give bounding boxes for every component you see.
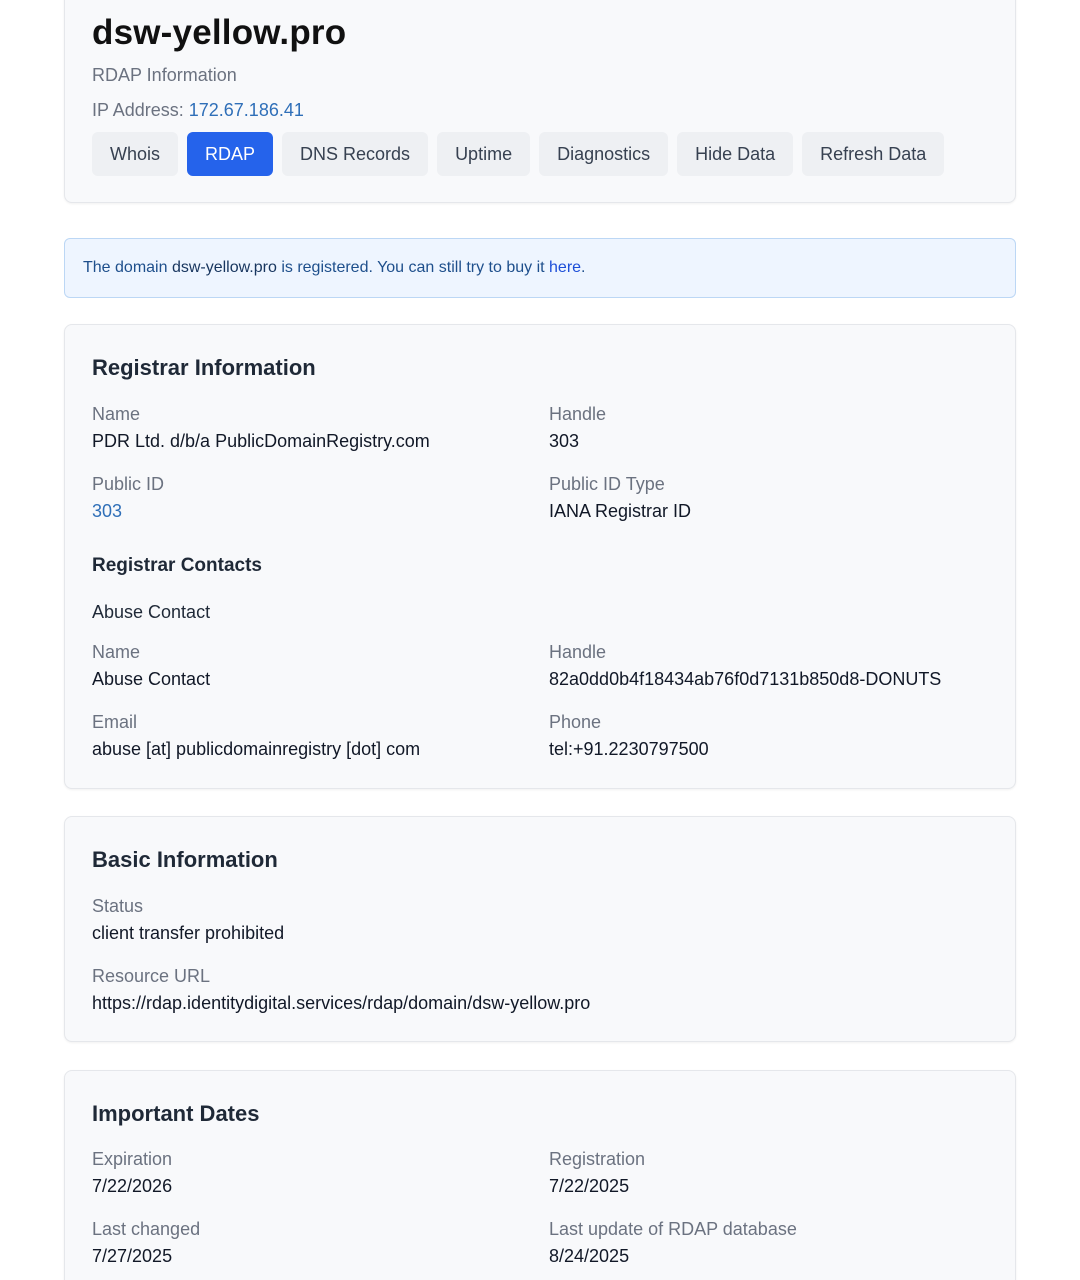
resource-url-field: Resource URL https://rdap.identitydigita… bbox=[92, 965, 590, 1014]
tab-rdap[interactable]: RDAP bbox=[187, 132, 274, 176]
last-changed-field: Last changed 7/27/2025 bbox=[92, 1218, 200, 1267]
alert-domain: dsw-yellow.pro bbox=[171, 259, 277, 276]
registrar-info-title: Registrar Information bbox=[92, 355, 316, 380]
last-changed-value: 7/27/2025 bbox=[92, 1246, 173, 1266]
registrar-contacts-title: Registrar Contacts bbox=[92, 555, 262, 576]
tab-bar: Whois RDAP DNS Records Uptime Diagnostic… bbox=[92, 132, 945, 176]
registrar-name-value: PDR Ltd. d/b/a PublicDomainRegistry.com bbox=[92, 431, 430, 451]
registration-field: Registration 7/22/2025 bbox=[549, 1148, 645, 1197]
domain-header-card: dsw-yellow.pro RDAP Information IP Addre… bbox=[64, 0, 1016, 203]
status-field: Status client transfer prohibited bbox=[92, 895, 284, 944]
hide-data-button[interactable]: Hide Data bbox=[677, 132, 794, 176]
contact-phone-field: Phone tel:+91.2230797500 bbox=[549, 711, 709, 760]
important-dates-title: Important Dates bbox=[92, 1101, 260, 1126]
expiration-label: Expiration bbox=[92, 1149, 173, 1169]
expiration-field: Expiration 7/22/2026 bbox=[92, 1148, 172, 1197]
page-subtitle: RDAP Information bbox=[92, 65, 237, 85]
contact-phone-value: tel:+91.2230797500 bbox=[549, 739, 709, 759]
public-id-link[interactable]: 303 bbox=[92, 500, 164, 522]
rdap-update-value: 8/24/2025 bbox=[549, 1246, 630, 1266]
contact-email-value: abuse [at] publicdomainregistry [dot] co… bbox=[92, 739, 421, 759]
rdap-update-field: Last update of RDAP database 8/24/2025 bbox=[549, 1218, 797, 1267]
resource-url-label: Resource URL bbox=[92, 966, 211, 986]
ip-address-label: IP Address: bbox=[92, 100, 184, 120]
contact-handle-value: 82a0dd0b4f18434ab76f0d7131b850d8-DONUTS bbox=[549, 669, 942, 689]
ip-address-link[interactable]: 172.67.186.41 bbox=[189, 100, 304, 120]
contact-email-field: Email abuse [at] publicdomainregistry [d… bbox=[92, 711, 420, 760]
status-label: Status bbox=[92, 896, 144, 916]
registration-label: Registration bbox=[549, 1149, 646, 1169]
registrar-handle-field: Handle 303 bbox=[549, 403, 606, 452]
tab-whois[interactable]: Whois bbox=[92, 132, 179, 176]
alert-suffix: . bbox=[581, 259, 586, 276]
status-value: client transfer prohibited bbox=[92, 923, 285, 943]
contact-name-label: Name bbox=[92, 642, 141, 662]
contact-email-label: Email bbox=[92, 712, 138, 732]
page-title: dsw-yellow.pro bbox=[92, 13, 347, 52]
basic-info-title: Basic Information bbox=[92, 847, 278, 872]
basic-info-card: Basic Information Status client transfer… bbox=[64, 816, 1016, 1042]
refresh-data-button[interactable]: Refresh Data bbox=[802, 132, 945, 176]
public-id-type-field: Public ID Type IANA Registrar ID bbox=[549, 473, 691, 522]
important-dates-card: Important Dates Expiration 7/22/2026 Reg… bbox=[64, 1070, 1016, 1280]
tab-uptime[interactable]: Uptime bbox=[437, 132, 531, 176]
alert-middle: is registered. You can still try to buy … bbox=[276, 259, 550, 276]
public-id-type-value: IANA Registrar ID bbox=[549, 501, 692, 521]
contact-name-value: Abuse Contact bbox=[92, 669, 211, 689]
registrar-name-label: Name bbox=[92, 404, 141, 424]
contact-name-field: Name Abuse Contact bbox=[92, 641, 210, 690]
abuse-contact-title: Abuse Contact bbox=[92, 602, 211, 622]
expiration-value: 7/22/2026 bbox=[92, 1176, 173, 1196]
registration-value: 7/22/2025 bbox=[549, 1176, 630, 1196]
registered-alert: The domain dsw-yellow.pro is registered.… bbox=[64, 238, 1016, 298]
public-id-type-label: Public ID Type bbox=[549, 474, 665, 494]
contact-phone-label: Phone bbox=[549, 712, 602, 732]
registrar-handle-label: Handle bbox=[549, 404, 607, 424]
contact-handle-field: Handle 82a0dd0b4f18434ab76f0d7131b850d8-… bbox=[549, 641, 941, 690]
last-changed-label: Last changed bbox=[92, 1219, 201, 1239]
rdap-update-label: Last update of RDAP database bbox=[549, 1219, 797, 1239]
registrar-handle-value: 303 bbox=[549, 431, 580, 451]
registrar-info-card: Registrar Information Name PDR Ltd. d/b/… bbox=[64, 324, 1016, 789]
page: dsw-yellow.pro RDAP Information IP Addre… bbox=[0, 0, 1080, 1280]
tab-dns-records[interactable]: DNS Records bbox=[282, 132, 429, 176]
public-id-label: Public ID bbox=[92, 474, 165, 494]
alert-prefix: The domain bbox=[83, 259, 172, 276]
buy-here-link[interactable]: here bbox=[549, 259, 581, 276]
resource-url-value: https://rdap.identitydigital.services/rd… bbox=[92, 993, 591, 1013]
contact-handle-label: Handle bbox=[549, 642, 607, 662]
ip-address-line: IP Address: 172.67.186.41 bbox=[92, 100, 304, 121]
tab-diagnostics[interactable]: Diagnostics bbox=[539, 132, 669, 176]
public-id-field: Public ID 303 bbox=[92, 473, 164, 522]
registrar-name-field: Name PDR Ltd. d/b/a PublicDomainRegistry… bbox=[92, 403, 430, 452]
